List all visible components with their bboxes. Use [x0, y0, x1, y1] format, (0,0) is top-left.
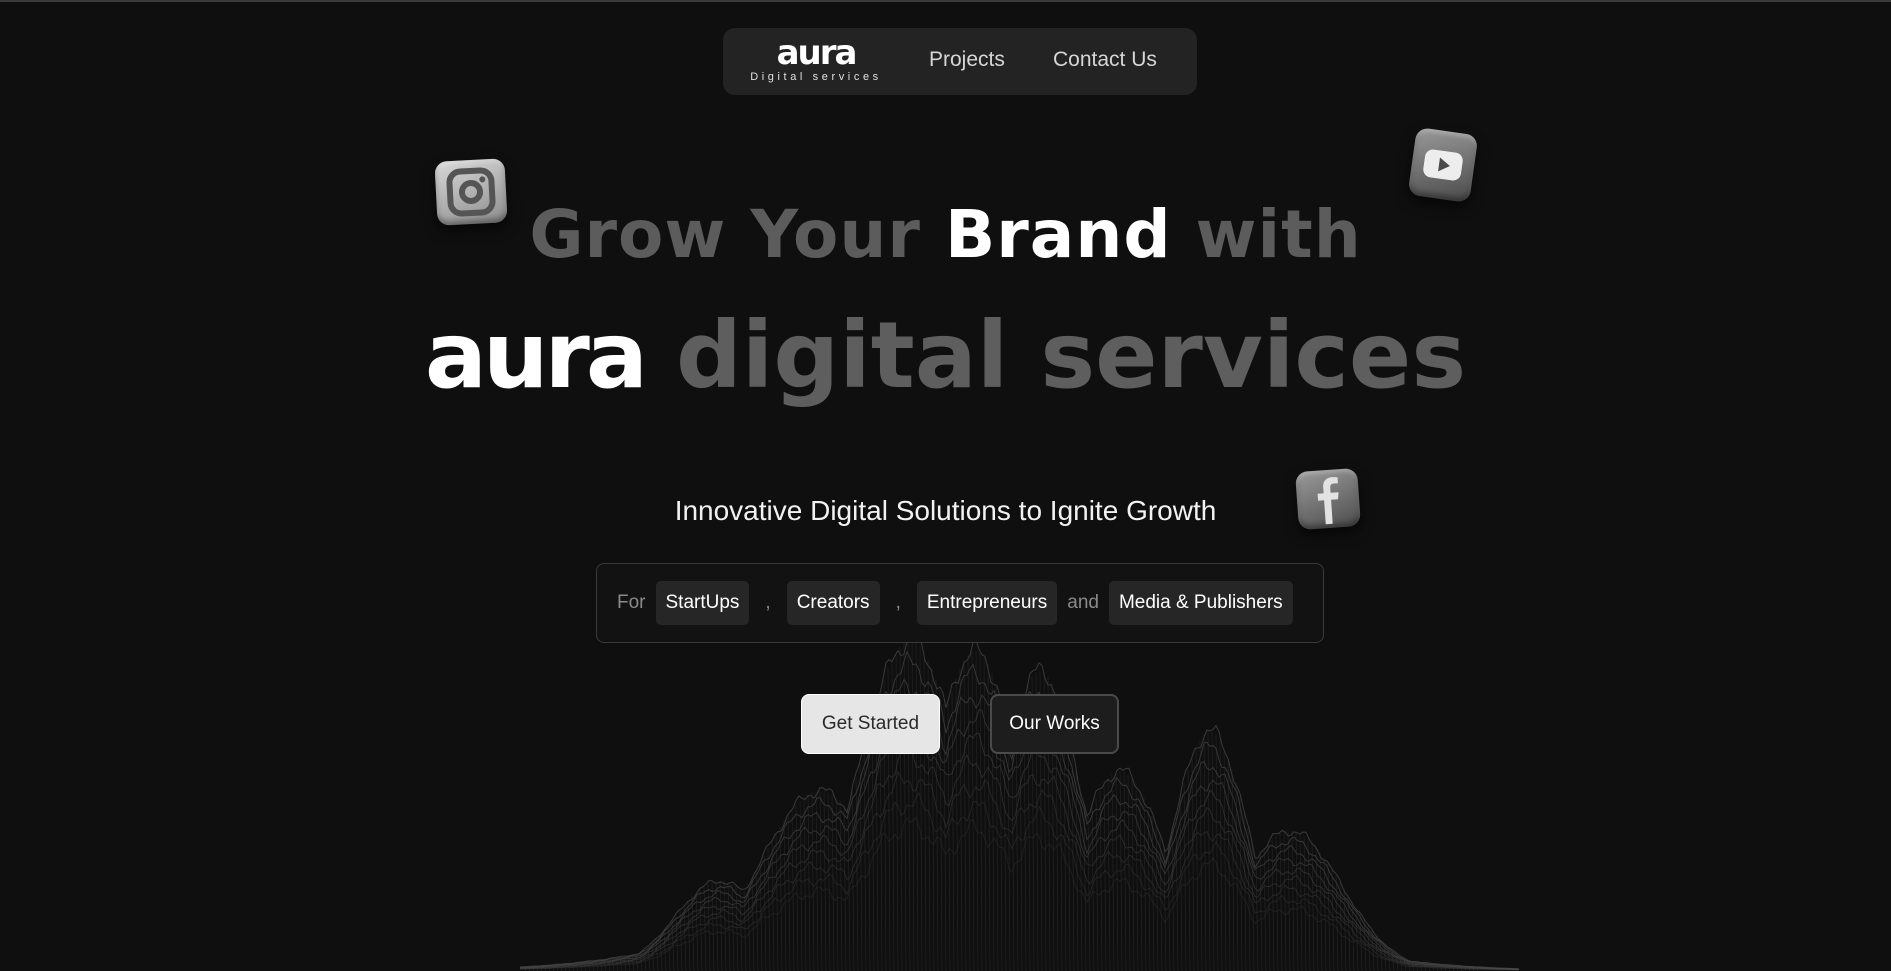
terrain-mesh-line — [1263, 847, 1267, 971]
terrain-mesh-line — [1307, 839, 1311, 971]
terrain-mesh-line — [1207, 731, 1211, 971]
terrain-mesh-line — [903, 643, 907, 971]
terrain-mesh-line — [1247, 828, 1251, 971]
terrain-mesh-line — [1155, 826, 1159, 971]
headline-digital-services: digital services — [675, 302, 1467, 409]
terrain-mesh-line — [1091, 806, 1095, 971]
terrain-mesh-line — [731, 884, 735, 971]
hero-headline-line-2: aura digital services — [0, 296, 1891, 416]
terrain-mesh-line — [859, 762, 863, 971]
terrain-mesh-line — [771, 840, 775, 971]
terrain-mesh-line — [951, 690, 955, 971]
terrain-mesh-line — [1283, 831, 1287, 971]
terrain-mesh-line — [811, 792, 815, 971]
terrain-mesh-line — [1159, 836, 1163, 971]
terrain-mesh-line — [1199, 739, 1203, 971]
terrain-mesh-line — [863, 747, 867, 971]
terrain-mesh-line — [975, 651, 979, 971]
audience-chip-entrepreneurs: Entrepreneurs — [916, 581, 1058, 625]
headline-suffix: with — [1195, 196, 1362, 273]
terrain-mesh-line — [683, 905, 687, 971]
audience-lead: For — [617, 592, 646, 613]
terrain-mesh-line — [1219, 739, 1223, 971]
top-border — [0, 0, 1891, 2]
nav-link-contact-us[interactable]: Contact Us — [1053, 48, 1157, 72]
terrain-ridge-line — [520, 719, 1519, 970]
audience-separator: , — [895, 592, 901, 613]
terrain-mesh-line — [1335, 876, 1339, 971]
hero-headline-line-1: Grow Your Brand with — [0, 190, 1891, 280]
terrain-mesh-line — [1303, 835, 1307, 971]
terrain-mesh-line — [743, 891, 747, 971]
terrain-ridge-line — [520, 633, 1520, 970]
terrain-mesh-line — [691, 896, 695, 971]
nav-link-projects[interactable]: Projects — [929, 48, 1005, 72]
terrain-mesh-line — [819, 790, 823, 971]
terrain-ridge-line — [520, 745, 1520, 971]
brand-tagline: Digital services — [750, 71, 882, 83]
get-started-button[interactable]: Get Started — [801, 694, 940, 754]
terrain-mesh-line — [947, 704, 951, 971]
terrain-mesh-line — [1287, 831, 1291, 971]
terrain-mesh-line — [1295, 831, 1299, 971]
headline-prefix: Grow Your — [529, 196, 921, 273]
terrain-mesh-line — [1015, 718, 1019, 971]
terrain-mesh-line — [1007, 727, 1011, 971]
audience-separator: , — [765, 592, 771, 613]
terrain-mesh-line — [1215, 734, 1219, 971]
hero-subheadline: Innovative Digital Solutions to Ignite G… — [674, 495, 1217, 526]
audience-chip-creators: Creators — [786, 581, 880, 625]
audience-conjunction: and — [1067, 592, 1099, 613]
terrain-mesh-line — [979, 652, 983, 971]
terrain-mesh-line — [807, 794, 811, 971]
terrain-mesh-line — [1191, 757, 1195, 971]
terrain-mesh-line — [715, 881, 719, 971]
terrain-mesh-line — [1111, 774, 1115, 971]
brand-logo[interactable]: aura Digital services — [741, 36, 891, 86]
audience-chip-startups: StartUps — [655, 581, 750, 625]
audience-list: For StartUps , Creators , Entrepreneurs … — [596, 563, 1324, 643]
headline-aura-word: aura — [424, 302, 648, 409]
terrain-mesh-line — [775, 833, 779, 971]
terrain-mesh-line — [983, 657, 987, 971]
terrain-mesh-line — [735, 886, 739, 971]
terrain-mesh-line — [1279, 833, 1283, 971]
terrain-mesh-line — [1255, 857, 1259, 971]
top-navbar: aura Digital services Projects Contact U… — [723, 28, 1197, 95]
audience-chip-media-publishers: Media & Publishers — [1108, 581, 1293, 625]
terrain-mesh-line — [783, 820, 787, 971]
terrain-mesh-line — [1067, 733, 1071, 971]
terrain-mesh-line — [1135, 783, 1139, 971]
terrain-mesh-line — [1271, 839, 1275, 971]
terrain-mesh-line — [823, 791, 827, 971]
terrain-mesh-line — [915, 643, 919, 971]
terrain-mesh-line — [803, 797, 807, 971]
terrain-mesh-line — [955, 678, 959, 971]
terrain-mesh-line — [971, 651, 975, 971]
terrain-mesh-line — [779, 827, 783, 971]
terrain-mesh-line — [963, 660, 967, 971]
headline-highlight-brand: Brand — [944, 196, 1172, 273]
terrain-mesh-line — [1103, 783, 1107, 971]
terrain-mesh-line — [723, 881, 727, 971]
terrain-mesh-line — [939, 691, 943, 971]
terrain-mesh-line — [1127, 774, 1131, 971]
terrain-mesh-line — [1099, 789, 1103, 971]
terrain-mesh-line — [1319, 852, 1323, 971]
terrain-mesh-line — [687, 901, 691, 971]
brand-wordmark: aura — [776, 33, 858, 73]
landing-page: aura Digital services Projects Contact U… — [0, 0, 1891, 971]
wireframe-mountain-graphic — [520, 633, 1520, 971]
terrain-mesh-line — [1223, 747, 1227, 971]
our-works-button[interactable]: Our Works — [990, 694, 1119, 754]
terrain-mesh-line — [1123, 771, 1127, 971]
terrain-mesh-line — [1259, 852, 1263, 971]
terrain-mesh-line — [1311, 842, 1315, 971]
